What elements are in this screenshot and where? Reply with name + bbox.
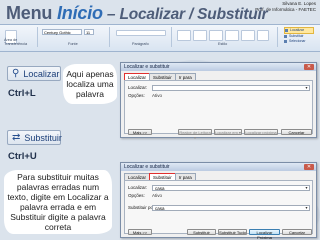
chevron-down-icon[interactable]: ▼ [304, 186, 309, 191]
find-input[interactable]: casa ▼ [152, 185, 310, 191]
find-in-button[interactable]: Localizar em ▾ [214, 129, 242, 135]
style-title[interactable] [241, 30, 255, 41]
style-normal[interactable] [177, 30, 191, 41]
ribbon-find-button[interactable]: Localizar [284, 27, 314, 34]
ribbon-group-paragraph: Parágrafo [112, 27, 172, 47]
close-icon[interactable]: ✕ [304, 164, 314, 170]
find-field-label: Localizar: [128, 85, 148, 90]
replace-callout-text: Para substituir muitas palavras erradas … [7, 172, 109, 232]
ribbon-select-button[interactable]: Selecionar [284, 39, 314, 44]
replace-input-value: casa [155, 206, 165, 211]
paragraph-tools[interactable] [116, 30, 166, 36]
replace-button[interactable]: Substituir [187, 229, 216, 235]
cancel-button[interactable]: Cancelar [282, 229, 312, 235]
ribbon-group-label: Estilo [218, 42, 228, 46]
find-field-label: Localizar: [128, 185, 148, 190]
select-icon [284, 40, 287, 43]
ribbon-group-label: Área de Transferência [4, 38, 28, 46]
find-next-button[interactable]: Localizar próxima [244, 129, 278, 135]
font-name-select[interactable]: Century Gothic [42, 29, 82, 35]
word-ribbon: Área de Transferência Century Gothic 11 … [0, 24, 320, 52]
replace-shortcut: Ctrl+U [8, 151, 37, 162]
ribbon-group-label: Fonte [68, 42, 78, 46]
find-dialog: Localizar e substituir ✕ Localizar Subst… [120, 62, 317, 140]
title-rest: – Localizar / Substituir [102, 6, 268, 23]
find-input-value: casa [155, 186, 165, 191]
replace-callout: Para substituir muitas palavras erradas … [4, 170, 112, 234]
dialog-title: Localizar e substituir [121, 163, 316, 171]
page-title: Menu Início – Localizar / Substituir [6, 3, 268, 24]
cancel-button[interactable]: Cancelar [281, 129, 312, 135]
tab-ir-para[interactable]: Ir para [174, 173, 196, 180]
substituir-label: Substituir [24, 132, 62, 143]
tab-ir-para[interactable]: Ir para [174, 73, 196, 80]
tab-localizar[interactable]: Localizar [124, 173, 151, 180]
find-input[interactable]: ▼ [152, 85, 310, 91]
style-heading2[interactable] [225, 30, 239, 41]
more-button[interactable]: Mais >> [128, 229, 152, 235]
ribbon-select-label: Selecionar [289, 39, 306, 43]
title-highlight: Início [57, 3, 103, 23]
style-heading1[interactable] [209, 30, 223, 41]
ribbon-group-clipboard: Área de Transferência [2, 27, 38, 47]
binoculars-icon: ⚲ [12, 68, 20, 79]
ribbon-find-label: Localizar [290, 28, 305, 32]
find-callout-text: Aqui apenas localiza uma palavra [66, 69, 114, 99]
chevron-down-icon[interactable]: ▼ [304, 206, 309, 211]
binoculars-icon [285, 29, 288, 32]
ribbon-group-font: Century Gothic 11 Fonte [40, 27, 110, 47]
dialog-title: Localizar e substituir [121, 63, 316, 71]
find-shortcut: Ctrl+L [8, 88, 36, 99]
replace-dialog: Localizar e substituir ✕ Localizar Subst… [120, 162, 317, 240]
more-button[interactable]: Mais >> [128, 129, 152, 135]
ribbon-group-label: Parágrafo [132, 42, 149, 46]
title-main: Menu [6, 3, 57, 23]
replace-icon [284, 35, 287, 38]
replace-input[interactable]: casa ▼ [152, 205, 310, 211]
ribbon-group-editing: Localizar Substituir Selecionar [284, 27, 314, 48]
change-styles-button[interactable] [257, 30, 269, 41]
substituir-command[interactable]: ⇄ Substituir [7, 130, 62, 145]
tab-substituir[interactable]: Substituir [149, 73, 176, 80]
reading-highlight-button[interactable]: Realce de Leitura ▾ [178, 129, 212, 140]
font-size-select[interactable]: 11 [84, 29, 94, 35]
options-label: Opções: [128, 93, 145, 98]
options-value: Ativo [152, 93, 163, 98]
close-icon[interactable]: ✕ [304, 64, 314, 70]
find-callout: Aqui apenas localiza uma palavra [63, 64, 117, 104]
dialog-body: Localizar: casa ▼ Opções: Ativo Substitu… [124, 180, 313, 240]
ribbon-group-styles: Estilo [174, 27, 278, 47]
replace-icon: ⇄ [12, 132, 21, 143]
style-no-spacing[interactable] [193, 30, 207, 41]
find-next-button[interactable]: Localizar Próxima [249, 229, 280, 240]
ribbon-replace-label: Substituir [289, 34, 304, 38]
options-label: Opções: [128, 193, 145, 198]
chevron-down-icon[interactable]: ▼ [304, 86, 309, 91]
replace-all-button[interactable]: Substituir Tudo [218, 229, 247, 235]
options-value: Ativo [152, 193, 163, 198]
localizar-command[interactable]: ⚲ Localizar [7, 66, 61, 81]
localizar-label: Localizar [23, 68, 60, 79]
dialog-body: Localizar: ▼ Opções: Ativo Mais >> Realc… [124, 80, 313, 140]
